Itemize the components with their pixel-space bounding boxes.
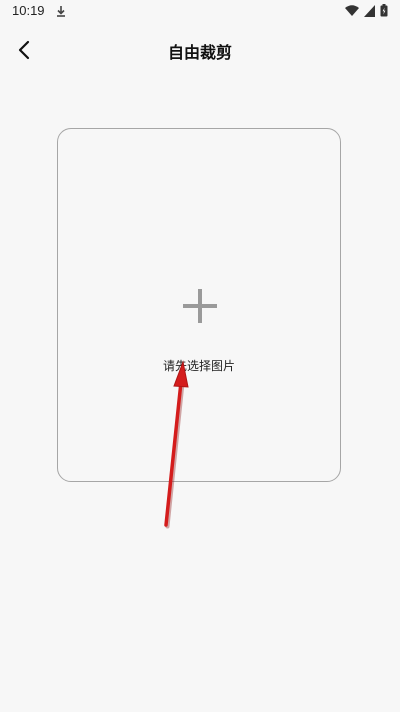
status-icons xyxy=(345,4,388,17)
download-icon xyxy=(57,6,65,17)
status-bar: 10:19 xyxy=(0,0,400,24)
screen: 10:19 自由裁剪 请先选择图片 xyxy=(0,0,400,712)
plus-icon xyxy=(183,289,217,323)
select-image-label: 请先选择图片 xyxy=(162,359,235,373)
status-time: 10:19 xyxy=(12,3,45,18)
app-bar: 自由裁剪 xyxy=(0,28,400,72)
signal-icon xyxy=(364,4,375,17)
battery-icon xyxy=(380,4,388,17)
wifi-icon xyxy=(345,4,359,16)
page-title: 自由裁剪 xyxy=(167,43,232,62)
select-image-area[interactable]: 请先选择图片 xyxy=(57,128,341,482)
